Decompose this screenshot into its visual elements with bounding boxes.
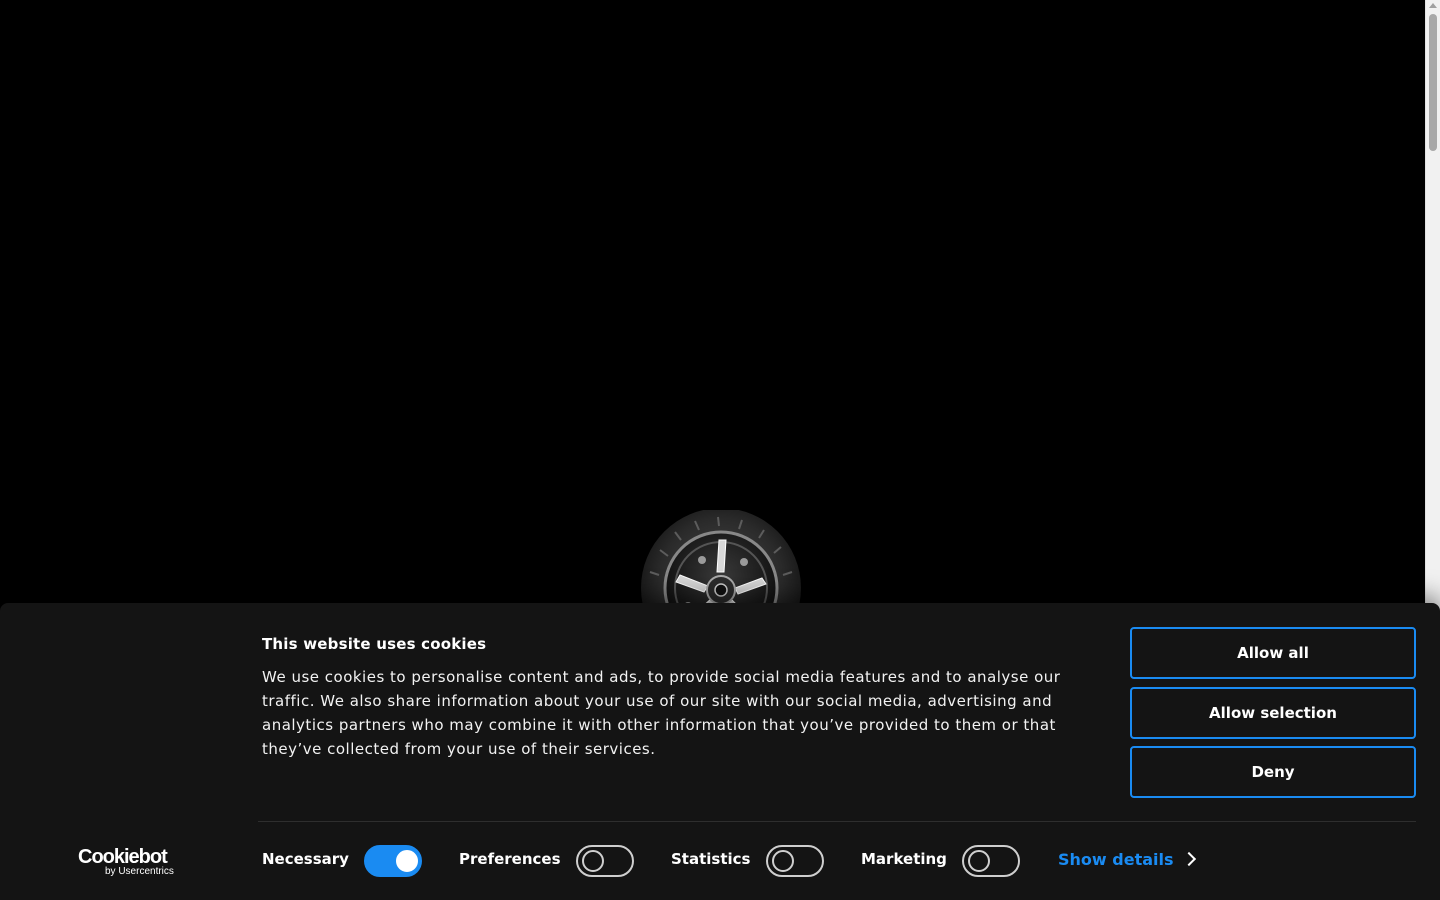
allow-selection-button[interactable]: Allow selection <box>1130 687 1416 739</box>
allow-all-button[interactable]: Allow all <box>1130 627 1416 679</box>
cookie-consent-banner: This website uses cookies We use cookies… <box>0 603 1440 900</box>
banner-divider <box>258 821 1416 822</box>
marketing-toggle[interactable] <box>962 845 1020 877</box>
preferences-label: Preferences <box>459 850 561 868</box>
toggle-knob <box>582 850 604 872</box>
cookiebot-logo[interactable]: Cookiebot by Usercentrics <box>78 846 182 878</box>
toggle-knob <box>968 850 990 872</box>
toggle-knob <box>396 850 418 872</box>
necessary-toggle[interactable] <box>364 845 422 877</box>
cookie-banner-description: We use cookies to personalise content an… <box>262 668 1061 758</box>
preferences-toggle[interactable] <box>576 845 634 877</box>
page: This website uses cookies We use cookies… <box>0 0 1440 900</box>
show-details-link[interactable]: Show details <box>1058 850 1174 870</box>
deny-button[interactable]: Deny <box>1130 746 1416 798</box>
necessary-label: Necessary <box>262 850 349 868</box>
chevron-right-icon[interactable] <box>1181 851 1197 867</box>
cookie-banner-title: This website uses cookies <box>262 635 487 653</box>
toggle-knob <box>772 850 794 872</box>
marketing-label: Marketing <box>861 850 947 868</box>
statistics-toggle[interactable] <box>766 845 824 877</box>
scrollbar-thumb[interactable] <box>1429 14 1437 151</box>
scroll-up-arrow-icon[interactable] <box>1429 3 1437 8</box>
cookiebot-logo-subtext: by Usercentrics <box>105 866 174 877</box>
cookiebot-logo-text: Cookiebot <box>78 846 168 868</box>
statistics-label: Statistics <box>671 850 751 868</box>
